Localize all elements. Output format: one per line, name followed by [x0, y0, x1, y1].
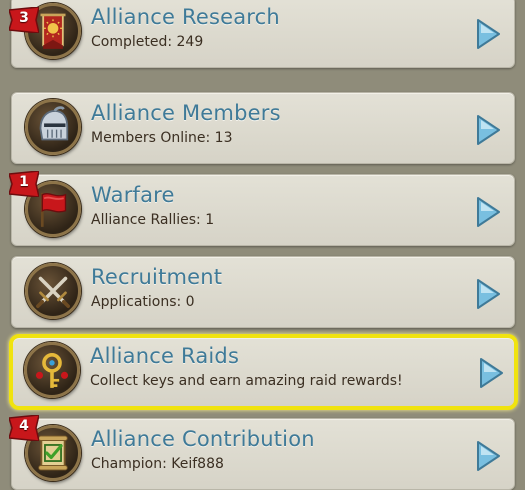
menu-item-subtitle: Applications: 0: [91, 294, 195, 310]
menu-item-alliance-contribution[interactable]: Alliance Contribution Champion: Keif888: [11, 418, 515, 490]
badge-count: 4: [19, 418, 29, 434]
menu-item-alliance-raids[interactable]: Alliance Raids Collect keys and earn ama…: [9, 334, 518, 410]
notification-badge-contribution: 4: [9, 415, 39, 441]
menu-item-subtitle: Members Online: 13: [91, 130, 233, 146]
notification-badge-research: 3: [9, 7, 39, 33]
menu-item-recruitment[interactable]: Recruitment Applications: 0: [11, 256, 515, 328]
menu-item-subtitle: Alliance Rallies: 1: [91, 212, 215, 228]
menu-item-subtitle: Completed: 249: [91, 34, 204, 50]
menu-item-title: Recruitment: [91, 265, 223, 289]
chevron-right-icon[interactable]: [476, 19, 500, 49]
raid-key-icon: [24, 342, 80, 398]
chevron-right-icon[interactable]: [476, 279, 500, 309]
chevron-right-icon[interactable]: [476, 197, 500, 227]
menu-item-alliance-research[interactable]: Alliance Research Completed: 249: [11, 0, 515, 68]
menu-item-title: Alliance Research: [91, 5, 280, 29]
menu-item-warfare[interactable]: Warfare Alliance Rallies: 1: [11, 174, 515, 246]
notification-badge-warfare: 1: [9, 171, 39, 197]
menu-item-subtitle: Champion: Keif888: [91, 456, 224, 472]
chevron-right-icon[interactable]: [476, 115, 500, 145]
menu-item-subtitle: Collect keys and earn amazing raid rewar…: [90, 373, 403, 389]
menu-item-alliance-members[interactable]: Alliance Members Members Online: 13: [11, 92, 515, 164]
crossed-swords-icon: [25, 263, 81, 319]
chevron-right-icon[interactable]: [476, 441, 500, 471]
menu-item-title: Alliance Contribution: [91, 427, 315, 451]
alliance-menu-list: Alliance Research Completed: 249 Allianc…: [0, 0, 525, 490]
knight-helmet-icon: [25, 99, 81, 155]
badge-count: 1: [19, 174, 29, 190]
chevron-right-icon[interactable]: [479, 358, 503, 388]
menu-item-title: Alliance Members: [91, 101, 281, 125]
menu-item-title: Alliance Raids: [90, 344, 240, 368]
menu-item-title: Warfare: [91, 183, 175, 207]
badge-count: 3: [19, 10, 29, 26]
